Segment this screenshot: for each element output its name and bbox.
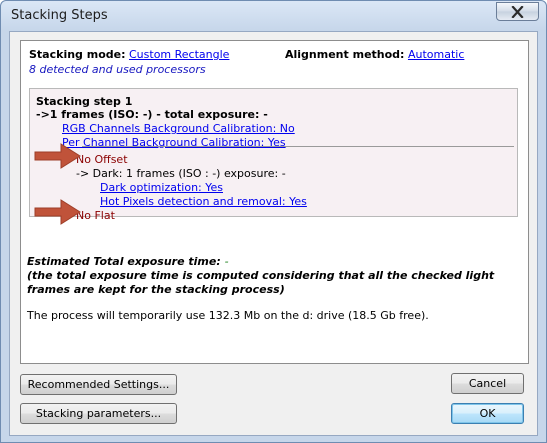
stacking-mode-row: Stacking mode: Custom Rectangle: [29, 48, 229, 61]
per-channel-calibration-link[interactable]: Per Channel Background Calibration: Yes: [62, 136, 286, 149]
stacking-mode-link[interactable]: Custom Rectangle: [129, 48, 229, 61]
alignment-method-label: Alignment method:: [285, 48, 405, 61]
dark-optimization-link[interactable]: Dark optimization: Yes: [100, 181, 223, 194]
no-offset-text: No Offset: [76, 153, 128, 166]
stacking-steps-dialog: Stacking Steps Stacking mode: Custom Rec…: [0, 0, 547, 443]
close-button[interactable]: [496, 2, 539, 21]
cancel-button[interactable]: Cancel: [451, 373, 524, 394]
estimated-exposure-note: (the total exposure time is computed con…: [27, 269, 495, 296]
ok-button[interactable]: OK: [451, 403, 524, 424]
estimated-exposure-value: -: [224, 255, 229, 268]
alignment-method-link[interactable]: Automatic: [408, 48, 464, 61]
window-title: Stacking Steps: [11, 8, 108, 23]
estimated-exposure: Estimated Total exposure time: - (the to…: [27, 255, 523, 297]
processors-info: 8 detected and used processors: [29, 63, 206, 76]
alignment-method-row: Alignment method: Automatic: [285, 48, 464, 61]
dialog-body: Stacking mode: Custom Rectangle Alignmen…: [9, 31, 538, 436]
dark-frames-line: -> Dark: 1 frames (ISO : -) exposure: -: [76, 167, 286, 180]
stacking-parameters-button[interactable]: Stacking parameters...: [20, 403, 177, 424]
stacking-info-panel: Stacking mode: Custom Rectangle Alignmen…: [20, 40, 529, 364]
recommended-settings-button[interactable]: Recommended Settings...: [20, 374, 177, 395]
rgb-calibration-link[interactable]: RGB Channels Background Calibration: No: [62, 122, 295, 135]
step-frames-line: ->1 frames (ISO: -) - total exposure: -: [36, 108, 268, 121]
disk-usage-info: The process will temporarily use 132.3 M…: [27, 309, 429, 322]
step-separator: [82, 146, 514, 147]
step-title: Stacking step 1: [36, 95, 133, 108]
close-icon: [511, 5, 524, 18]
arrow-right-icon: [34, 143, 81, 169]
hot-pixels-link[interactable]: Hot Pixels detection and removal: Yes: [100, 195, 307, 208]
stacking-step-box: Stacking step 1 ->1 frames (ISO: -) - to…: [29, 88, 518, 222]
stacking-mode-label: Stacking mode:: [29, 48, 126, 61]
estimated-exposure-label: Estimated Total exposure time:: [27, 255, 221, 268]
title-bar[interactable]: Stacking Steps: [1, 1, 546, 31]
arrow-right-icon: [34, 199, 81, 225]
